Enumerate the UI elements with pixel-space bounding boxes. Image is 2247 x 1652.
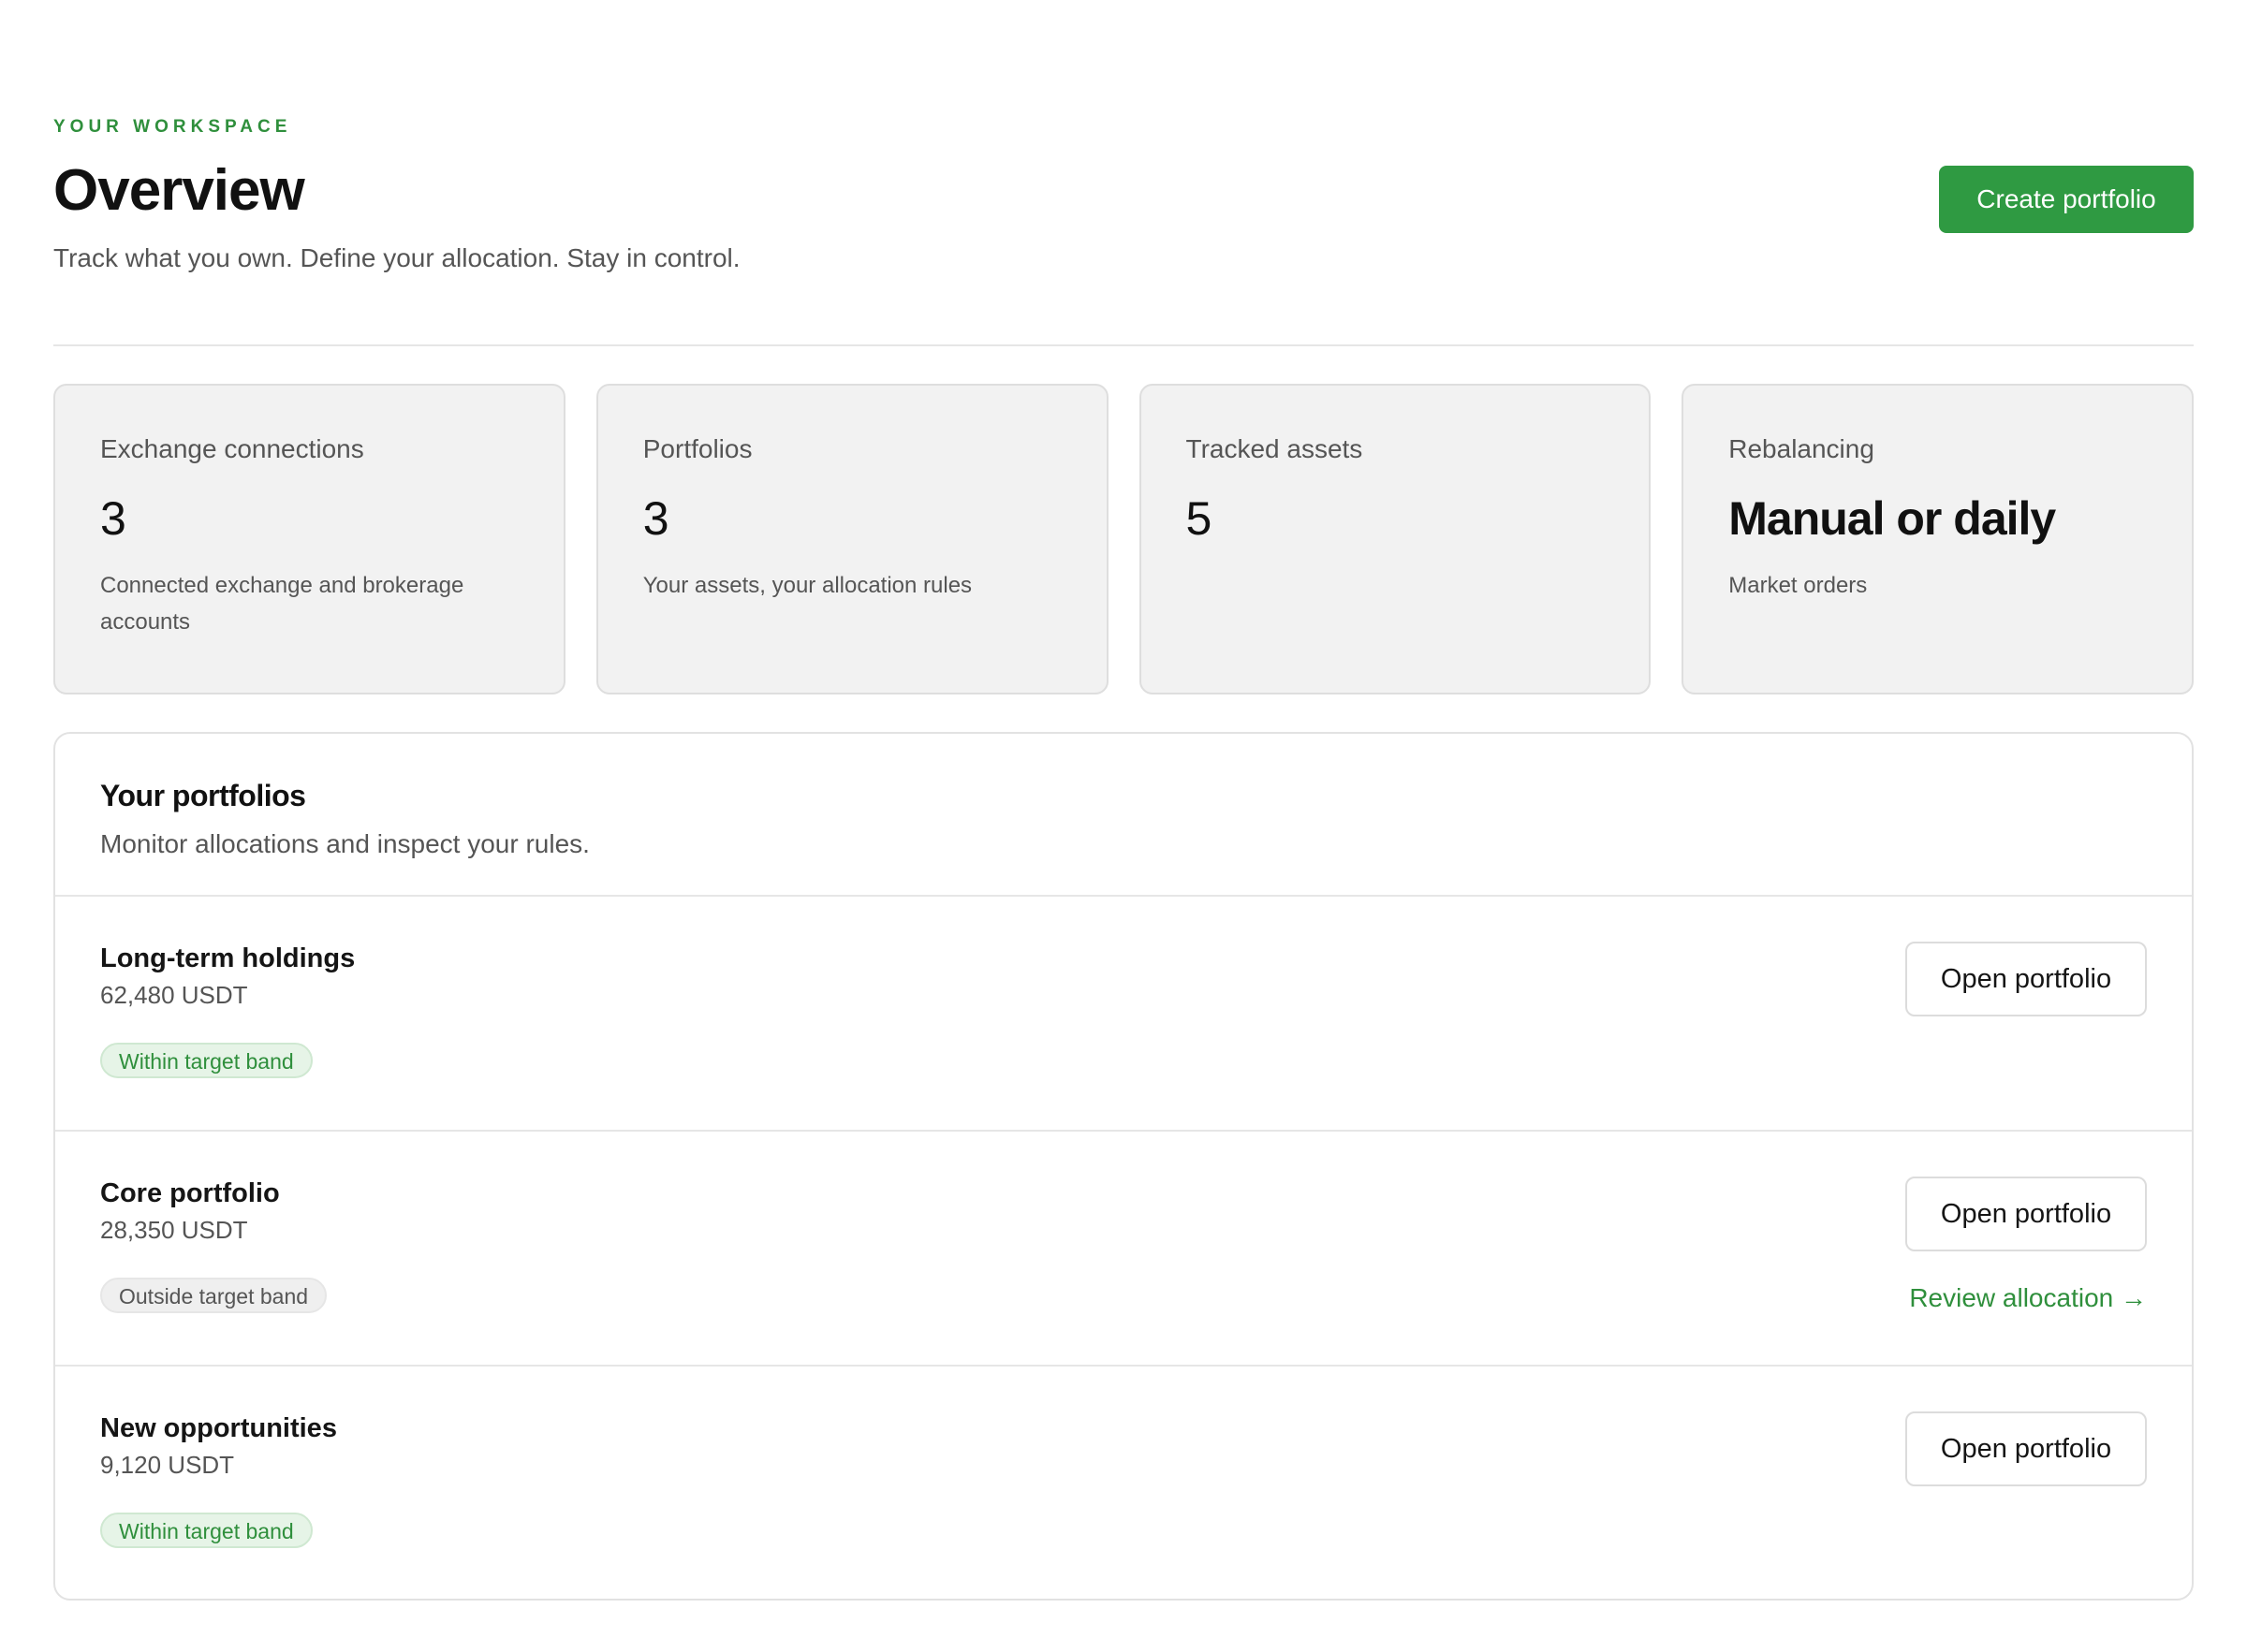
portfolios-title: Your portfolios — [100, 779, 306, 812]
open-portfolio-button[interactable]: Open portfolio — [1905, 942, 2147, 1016]
stat-description: Your assets, your allocation rules — [642, 573, 973, 598]
portfolio-amount: 28,350 USDT — [100, 1216, 248, 1244]
open-portfolio-button[interactable]: Open portfolio — [1905, 1411, 2147, 1486]
portfolio-amount: 62,480 USDT — [100, 981, 248, 1009]
status-badge: Within target band — [100, 1513, 313, 1548]
status-badge: Within target band — [100, 1043, 313, 1078]
stat-value: 3 — [100, 492, 126, 545]
portfolio-row-long-term-holdings: Long-term holdings 62,480 USDT Within ta… — [55, 897, 2192, 1132]
portfolio-name: Long-term holdings — [100, 943, 356, 973]
portfolio-name: Core portfolio — [100, 1178, 280, 1208]
stat-label: Portfolios — [642, 434, 753, 463]
stat-description: Market orders — [1728, 573, 1868, 598]
stat-card-tracked-assets: Tracked assets 5 — [1138, 384, 1652, 694]
workspace-eyebrow: YOUR WORKSPACE — [53, 117, 292, 137]
portfolio-name: New opportunities — [100, 1413, 337, 1443]
portfolios-subtitle: Monitor allocations and inspect your rul… — [100, 829, 590, 858]
portfolio-row-core-portfolio: Core portfolio 28,350 USDT Outside targe… — [55, 1132, 2192, 1367]
stat-card-exchange-connections: Exchange connections 3 Connected exchang… — [53, 384, 565, 694]
portfolio-row-new-opportunities: New opportunities 9,120 USDT Within targ… — [55, 1367, 2192, 1599]
stat-label: Exchange connections — [100, 434, 364, 463]
stat-value: 3 — [642, 492, 669, 545]
review-allocation-link[interactable]: Review allocation → — [1909, 1281, 2147, 1315]
portfolios-panel-header: Your portfolios Monitor allocations and … — [55, 734, 2192, 897]
stat-value: Manual or daily — [1728, 492, 2056, 545]
open-portfolio-button[interactable]: Open portfolio — [1905, 1177, 2147, 1251]
stat-description: Connected exchange and brokerage account… — [100, 573, 464, 635]
stat-card-portfolios: Portfolios 3 Your assets, your allocatio… — [595, 384, 1109, 694]
status-badge: Outside target band — [100, 1278, 328, 1313]
page: YOUR WORKSPACE Overview Track what you o… — [0, 0, 2247, 1652]
stat-label: Tracked assets — [1185, 434, 1363, 463]
stats-grid: Exchange connections 3 Connected exchang… — [53, 384, 2194, 694]
create-portfolio-button[interactable]: Create portfolio — [1939, 166, 2194, 233]
portfolios-panel: Your portfolios Monitor allocations and … — [53, 732, 2194, 1601]
stat-card-rebalancing: Rebalancing Manual or daily Market order… — [1682, 384, 2194, 694]
stat-value: 5 — [1185, 492, 1212, 545]
page-subtitle: Track what you own. Define your allocati… — [53, 243, 741, 272]
page-title: Overview — [53, 158, 305, 223]
page-header: YOUR WORKSPACE Overview Track what you o… — [53, 0, 2194, 346]
stat-label: Rebalancing — [1728, 434, 1874, 463]
portfolio-amount: 9,120 USDT — [100, 1451, 235, 1479]
